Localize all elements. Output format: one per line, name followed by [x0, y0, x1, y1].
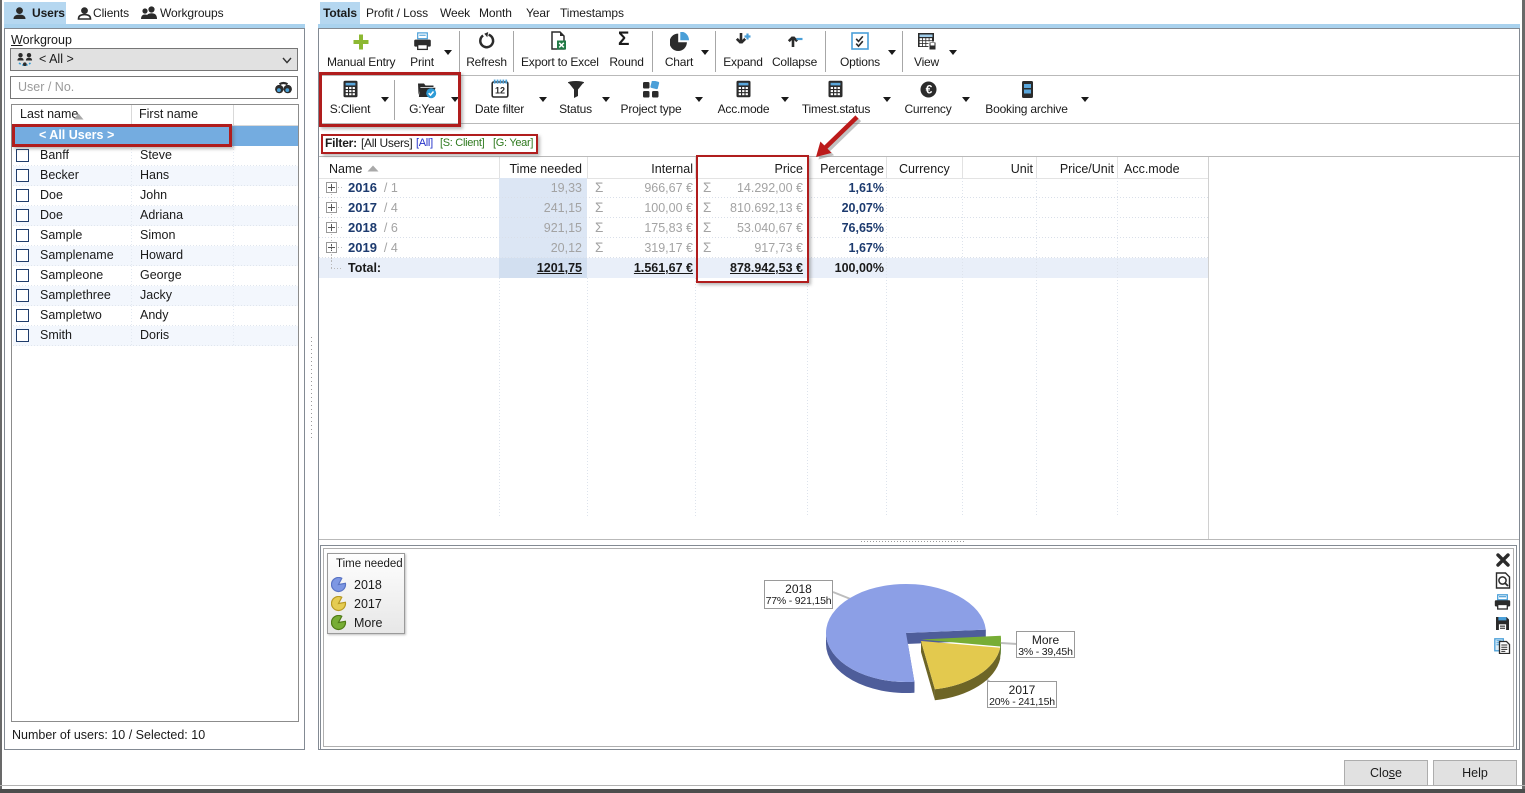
svg-text:€: € [926, 83, 933, 97]
svg-text:12: 12 [495, 86, 505, 96]
